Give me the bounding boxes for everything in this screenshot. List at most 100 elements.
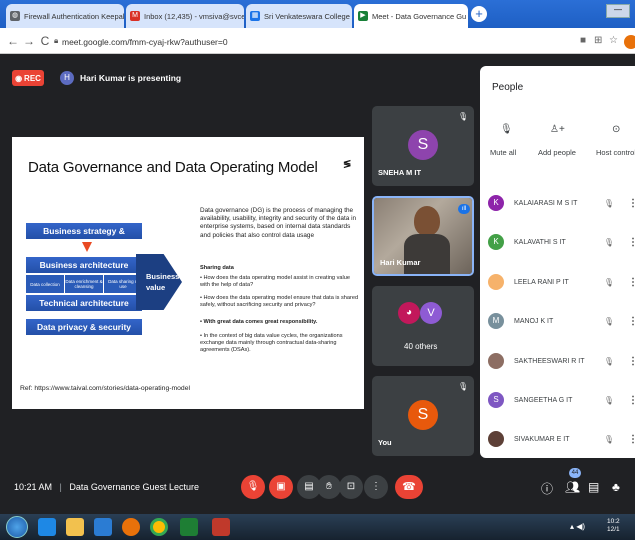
participant-count-badge: 44 xyxy=(569,468,581,478)
slide-intro-paragraph: Data governance (DG) is the process of m… xyxy=(200,207,357,239)
participant-name: SIVAKUMAR E IT xyxy=(514,435,570,443)
avatar: S xyxy=(488,392,504,408)
more-options-button[interactable]: ⋮ xyxy=(364,475,388,499)
mic-off-icon[interactable]: 🎙︎ xyxy=(604,396,614,405)
tab-label: Firewall Authentication Keepalive xyxy=(24,11,124,21)
firefox-icon[interactable] xyxy=(122,518,140,536)
camera-icon[interactable]: ■ xyxy=(580,35,586,46)
tab-inbox[interactable]: M Inbox (12,435) - vmsiva@svce.ac × xyxy=(126,4,244,28)
presenter-status: Hari Kumar is presenting xyxy=(80,73,182,83)
mic-off-icon[interactable]: 🎙︎ xyxy=(604,238,614,247)
present-button[interactable]: ⊡ xyxy=(339,475,363,499)
presentation-slide: Data Governance and Data Operating Model… xyxy=(12,137,364,409)
participant-name: Hari Kumar xyxy=(380,258,421,267)
chrome-icon[interactable] xyxy=(150,518,168,536)
mic-off-icon[interactable]: 🎙︎ xyxy=(604,317,614,326)
more-options-icon[interactable]: ⋮ xyxy=(628,277,635,288)
more-options-icon[interactable]: ⋮ xyxy=(628,395,635,406)
more-options-icon[interactable]: ⋮ xyxy=(628,434,635,445)
url-field[interactable]: meet.google.com/fmm-cyaj-rkw?authuser=0 xyxy=(62,37,228,47)
participant-tile-hari[interactable]: ıll Hari Kumar xyxy=(372,196,474,276)
tab-label: Meet - Data Governance Gu xyxy=(372,11,467,21)
business-value-label: Business value xyxy=(146,272,180,292)
mic-off-icon[interactable]: 🎙︎ xyxy=(604,278,614,287)
mic-off-icon: 🎙︎ xyxy=(458,382,469,391)
rec-label: REC xyxy=(24,73,41,83)
camera-toggle-button[interactable]: ▣ xyxy=(269,475,293,499)
start-button[interactable] xyxy=(6,516,28,538)
avatar: K xyxy=(488,195,504,211)
avatar: S xyxy=(408,400,438,430)
slide-bullet-2: • How does the data operating model ensu… xyxy=(200,295,359,309)
tab-meet[interactable]: ▶ Meet - Data Governance Gu ● × xyxy=(354,4,468,28)
tab-label: Sri Venkateswara College of Engi xyxy=(264,11,352,21)
box-data-enrichment: Data enrichment & cleansing xyxy=(65,275,103,293)
people-icon[interactable]: 👥︎ xyxy=(565,480,580,494)
avatar: M xyxy=(488,313,504,329)
person-body xyxy=(404,234,450,274)
back-icon[interactable]: ← xyxy=(6,34,20,48)
list-item[interactable]: K KALAVATHI S IT 🎙︎ ⋮ xyxy=(488,229,635,255)
participant-name: You xyxy=(378,438,392,447)
raise-hand-button[interactable]: ✋︎ xyxy=(317,475,341,499)
media-icon[interactable] xyxy=(94,518,112,536)
avatar-photo: ◕ xyxy=(398,302,420,324)
extensions-icon[interactable]: ⊞ xyxy=(594,35,602,46)
new-tab-button[interactable]: + xyxy=(471,6,487,22)
add-people-button[interactable]: Add people xyxy=(538,148,576,157)
host-controls-button[interactable]: Host controls xyxy=(596,148,635,157)
activities-icon[interactable]: ♣ xyxy=(612,480,620,494)
leave-call-button[interactable]: ☎︎ xyxy=(395,475,423,499)
volume-icon[interactable]: ▴ ◀) xyxy=(570,522,585,531)
slide-sharing-heading: Sharing data xyxy=(200,265,234,271)
tab-firewall[interactable]: ◍ Firewall Authentication Keepalive × xyxy=(6,4,124,28)
participant-tile-you[interactable]: 🎙︎ S You xyxy=(372,376,474,456)
more-options-icon[interactable]: ⋮ xyxy=(628,356,635,367)
host-controls-icon[interactable]: ⊙ xyxy=(612,124,620,135)
list-item[interactable]: LEELA RANI P IT 🎙︎ ⋮ xyxy=(488,269,635,295)
powerpoint-icon[interactable] xyxy=(212,518,230,536)
globe-icon: ◍ xyxy=(10,11,20,21)
list-item[interactable]: S SANGEETHA G IT 🎙︎ ⋮ xyxy=(488,387,635,413)
participant-name: SNEHA M IT xyxy=(378,168,422,177)
avatar-photo xyxy=(488,353,504,369)
mic-off-icon[interactable]: 🎙︎ xyxy=(604,357,614,366)
list-item[interactable]: SIVAKUMAR E IT 🎙︎ ⋮ xyxy=(488,426,635,452)
ie-icon[interactable] xyxy=(38,518,56,536)
reload-icon[interactable]: C xyxy=(38,34,52,48)
gmail-icon: M xyxy=(130,11,140,21)
tab-college[interactable]: ▦ Sri Venkateswara College of Engi × xyxy=(246,4,352,28)
participant-tile-sneha[interactable]: 🎙︎ S SNEHA M IT xyxy=(372,106,474,186)
system-clock[interactable]: 10:2 12/1 xyxy=(607,518,620,534)
mute-all-button[interactable]: Mute all xyxy=(490,148,516,157)
list-item[interactable]: SAKTHEESWARI R IT 🎙︎ ⋮ xyxy=(488,348,635,374)
avatar-photo xyxy=(488,431,504,447)
participant-tile-others[interactable]: ◕ V 40 others xyxy=(372,286,474,366)
box-business-architecture: Business architecture xyxy=(26,257,142,273)
bookmark-star-icon[interactable]: ☆ xyxy=(609,35,618,46)
meet-icon: ▶ xyxy=(358,11,368,21)
file-explorer-icon[interactable] xyxy=(66,518,84,536)
slide-bullet-4: • In the context of big data value cycle… xyxy=(200,333,343,354)
participant-name: KALAIARASI M S IT xyxy=(514,199,578,207)
tab-label: Inbox (12,435) - vmsiva@svce.ac xyxy=(144,11,244,21)
mute-all-icon[interactable]: 🎙︎ xyxy=(500,124,513,135)
more-options-icon[interactable]: ⋮ xyxy=(628,316,635,327)
meeting-details-icon[interactable]: ⓘ xyxy=(541,480,553,497)
forward-icon[interactable]: → xyxy=(22,34,36,48)
add-person-icon[interactable]: ♙+ xyxy=(550,124,565,135)
minimize-button[interactable]: — xyxy=(606,4,630,18)
more-options-icon[interactable]: ⋮ xyxy=(628,237,635,248)
profile-avatar[interactable] xyxy=(624,35,635,49)
chat-icon[interactable]: ▤ xyxy=(588,480,599,494)
slide-bullet-1: • How does the data operating model assi… xyxy=(200,275,350,289)
list-item[interactable]: K KALAIARASI M S IT 🎙︎ ⋮ xyxy=(488,190,635,216)
mic-off-icon[interactable]: 🎙︎ xyxy=(604,199,614,208)
speaking-indicator-icon: ıll xyxy=(458,204,470,214)
more-options-icon[interactable]: ⋮ xyxy=(628,198,635,209)
meeting-time: 10:21 AM xyxy=(14,482,53,492)
list-item[interactable]: M MANOJ K IT 🎙︎ ⋮ xyxy=(488,308,635,334)
excel-icon[interactable] xyxy=(180,518,198,536)
mic-toggle-button[interactable]: 🎙︎ xyxy=(241,475,265,499)
mic-off-icon[interactable]: 🎙︎ xyxy=(604,435,614,444)
